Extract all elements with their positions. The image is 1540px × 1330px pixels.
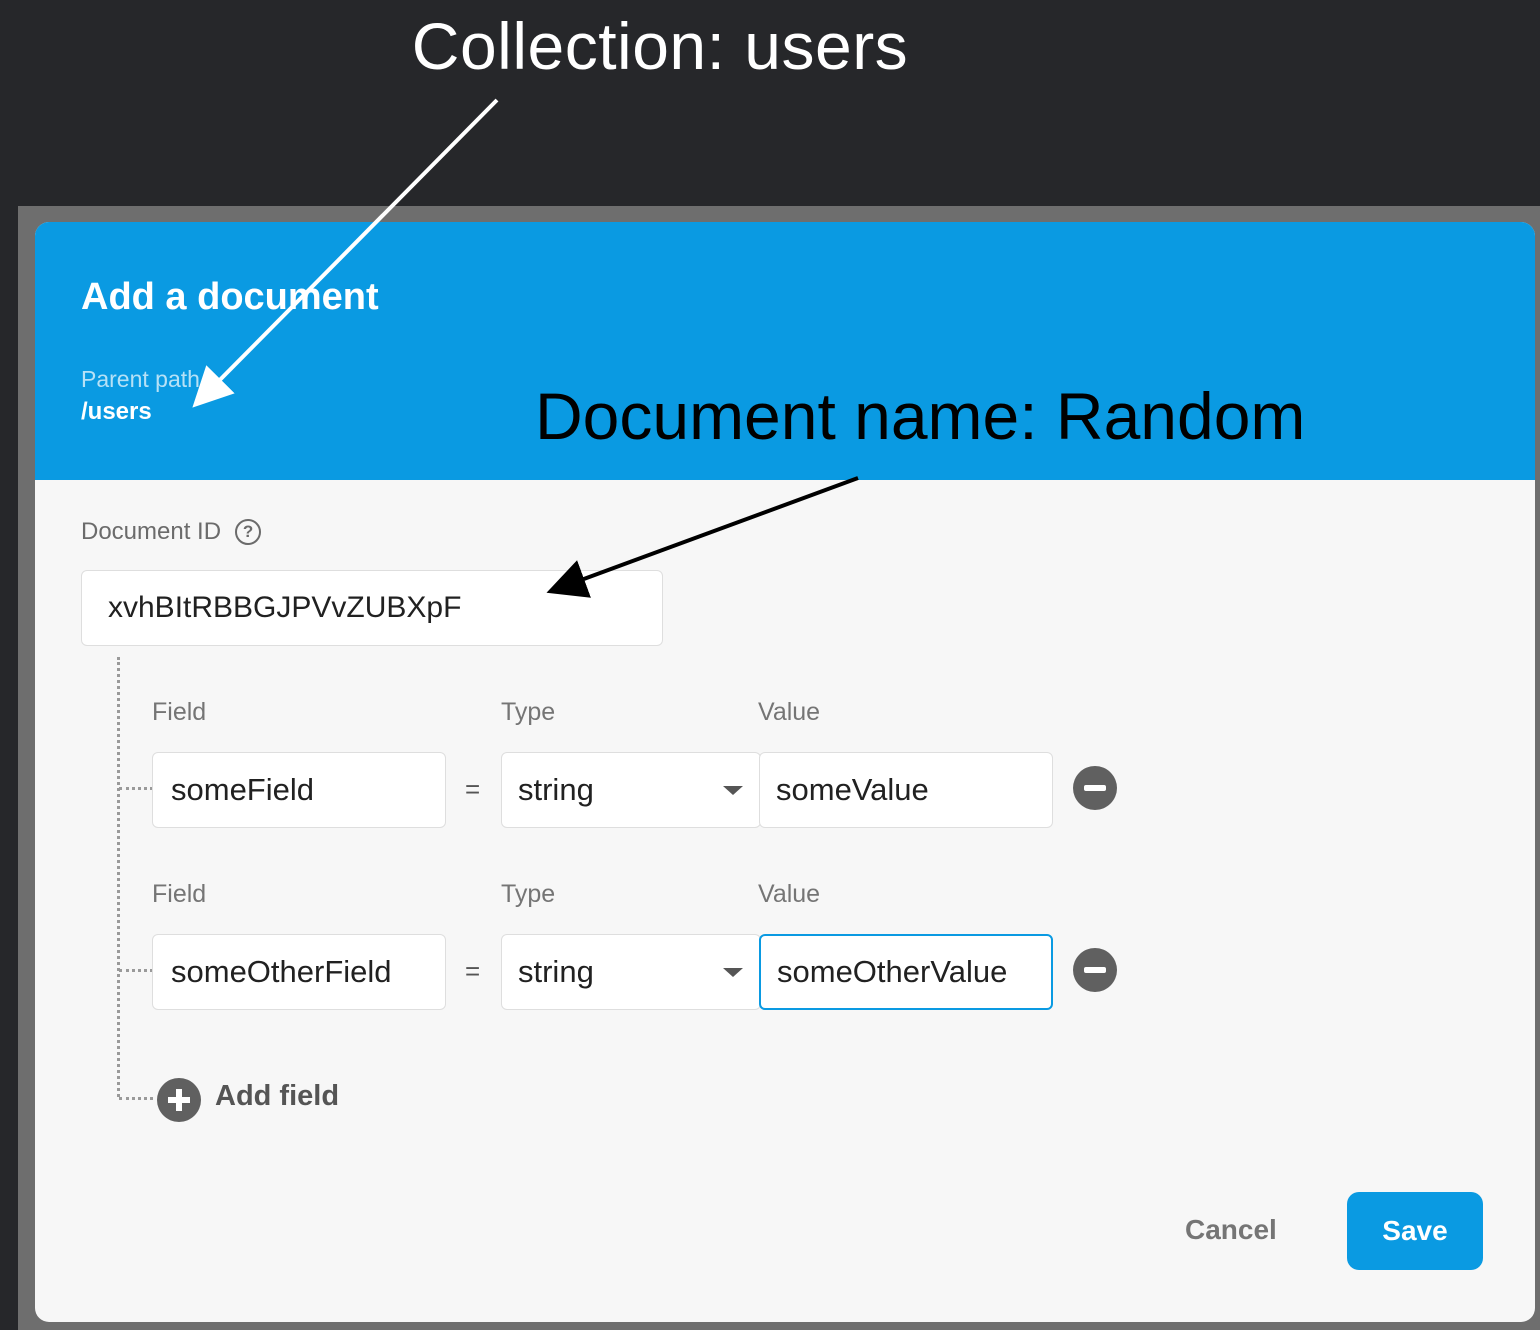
add-field-button[interactable]: Add field [215,1080,339,1113]
parent-path-value: /users [81,398,152,425]
type-column-label: Type [501,880,556,908]
type-column-label: Type [501,698,556,726]
tree-connector-row-2 [119,969,153,972]
dialog-header: Add a document Parent path /users Docume… [35,222,1535,480]
parent-path-label: Parent path [81,366,200,392]
help-icon[interactable]: ? [235,519,262,545]
value-column-label: Value [758,880,821,908]
field-column-label: Field [152,880,207,908]
dropdown-caret-icon [723,786,743,795]
dialog-title: Add a document [81,276,379,318]
plus-glyph-vertical [176,1089,182,1111]
dropdown-caret-icon [723,968,743,977]
annotation-document-name: Document name: Random [535,379,1306,453]
remove-field-icon[interactable] [1073,766,1117,810]
minus-glyph [1084,785,1106,791]
add-field-icon[interactable] [157,1078,201,1122]
save-button[interactable]: Save [1347,1192,1483,1270]
tree-connector-vertical [117,657,120,1097]
field-value-input[interactable]: someOtherValue [759,934,1053,1010]
remove-field-icon[interactable] [1073,948,1117,992]
document-id-label-text: Document ID [81,518,222,545]
tree-connector-add [119,1097,153,1100]
minus-glyph [1084,967,1106,973]
cancel-button[interactable]: Cancel [1185,1214,1277,1246]
value-column-label: Value [758,698,821,726]
type-select-value: string [518,772,594,807]
tree-connector-row-1 [119,787,153,790]
type-select[interactable]: string [501,752,761,828]
document-id-input[interactable]: xvhBItRBBGJPVvZUBXpF [81,570,663,646]
field-name-input[interactable]: someField [152,752,446,828]
annotation-collection: Collection: users [411,9,909,83]
type-select-value: string [518,954,594,989]
equals-sign: = [465,956,481,986]
field-value-input[interactable]: someValue [759,752,1053,828]
add-document-dialog: Add a document Parent path /users Docume… [35,222,1535,1322]
field-name-input[interactable]: someOtherField [152,934,446,1010]
field-column-label: Field [152,698,207,726]
document-id-label: Document ID ? [81,518,262,546]
type-select[interactable]: string [501,934,761,1010]
equals-sign: = [465,774,481,804]
